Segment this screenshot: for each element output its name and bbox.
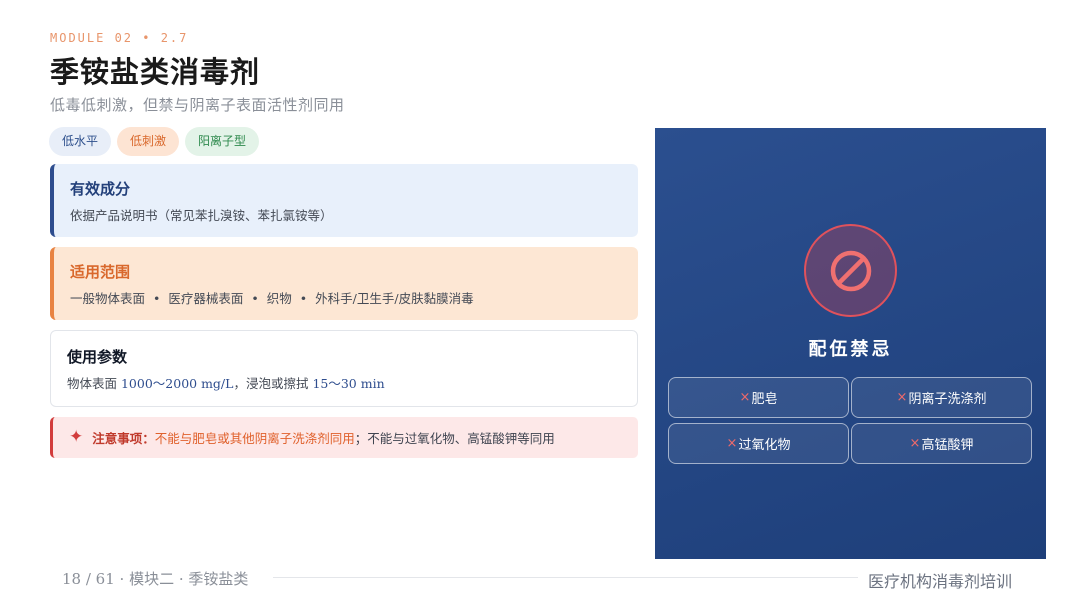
notice-label: 注意事项：: [92, 431, 155, 446]
notice-banner: ✦ 注意事项： 不能与肥皂或其他阴离子洗涤剂同用 ；不能与过氧化物、高锰酸钾等同用: [50, 417, 638, 458]
tag-type: 阳离子型: [185, 127, 260, 156]
incompatible-item-permanganate: × 高锰酸钾: [851, 423, 1032, 464]
scope-separator: •: [299, 291, 308, 306]
incompatible-item-label: 过氧化物: [738, 438, 791, 453]
usage-params-body: 物体表面 1000～2000 mg/L，浸泡或擦拭 15～30 min: [67, 373, 621, 392]
scope-separator: •: [153, 291, 161, 306]
scope-title: 适用范围: [70, 263, 131, 281]
scope-separator: •: [251, 291, 259, 306]
footer-divider: [273, 577, 858, 578]
scope-item: 外科手/卫生手/皮肤黏膜消毒: [315, 291, 474, 306]
page-title: 季铵盐类消毒剂: [50, 55, 261, 89]
scope-card: 适用范围 一般物体表面 • 医疗器械表面 • 织物 • 外科手/卫生手/皮肤黏膜消毒: [50, 247, 638, 320]
active-ingredient-card: 有效成分 依据产品说明书（常见苯扎溴铵、苯扎氯铵等）: [50, 164, 638, 237]
footer-page-indicator: 18 / 61 · 模块二 · 季铵盐类: [62, 570, 249, 588]
scope-body: 一般物体表面 • 医疗器械表面 • 织物 • 外科手/卫生手/皮肤黏膜消毒: [70, 288, 622, 307]
module-label: MODULE 02 • 2.7: [50, 31, 189, 45]
cross-icon: ×: [739, 390, 751, 405]
usage-params-title: 使用参数: [67, 348, 128, 366]
sparkle-icon: ✦: [69, 427, 84, 447]
incompatibility-list: × 肥皂 × 阴离子洗涤剂 × 过氧化物 × 高锰酸钾: [668, 377, 1032, 464]
incompatible-item-soap: × 肥皂: [668, 377, 849, 418]
active-ingredient-body: 依据产品说明书（常见苯扎溴铵、苯扎氯铵等）: [70, 208, 333, 223]
incompatible-item-anionic-detergent: × 阴离子洗涤剂: [851, 377, 1032, 418]
scope-item: 织物: [266, 291, 292, 306]
ban-icon-glyph: [830, 250, 871, 291]
cross-icon: ×: [726, 436, 738, 451]
incompatibility-panel: 配伍禁忌 × 肥皂 × 阴离子洗涤剂 × 过氧化物 × 高锰酸钾: [655, 128, 1046, 559]
incompatibility-title: 配伍禁忌: [808, 339, 893, 360]
params-concentration: 1000～2000 mg/L: [120, 376, 234, 391]
scope-item: 医疗器械表面: [168, 291, 244, 306]
params-middle: ，浸泡或擦拭: [233, 376, 313, 391]
cross-icon: ×: [896, 390, 908, 405]
params-prefix: 物体表面: [67, 376, 121, 391]
tag-irritation: 低刺激: [117, 127, 180, 156]
cross-icon: ×: [909, 436, 921, 451]
page-subtitle: 低毒低刺激，但禁与阴离子表面活性剂同用: [50, 96, 345, 114]
tag-level: 低水平: [49, 127, 112, 156]
notice-highlight: 不能与肥皂或其他阴离子洗涤剂同用: [154, 431, 355, 446]
footer-course-title: 医疗机构消毒剂培训: [868, 572, 1013, 591]
incompatible-item-label: 高锰酸钾: [921, 438, 974, 453]
incompatible-item-label: 阴离子洗涤剂: [908, 392, 987, 407]
notice-rest: ；不能与过氧化物、高锰酸钾等同用: [354, 431, 555, 446]
scope-item: 一般物体表面: [70, 291, 146, 306]
params-duration: 15～30 min: [312, 376, 385, 391]
active-ingredient-title: 有效成分: [70, 180, 131, 198]
incompatible-item-peroxide: × 过氧化物: [668, 423, 849, 464]
usage-params-card: 使用参数 物体表面 1000～2000 mg/L，浸泡或擦拭 15～30 min: [50, 330, 638, 407]
tag-list: 低水平 低刺激 阳离子型: [49, 127, 260, 156]
incompatible-item-label: 肥皂: [751, 392, 778, 407]
ban-icon: [804, 224, 897, 317]
